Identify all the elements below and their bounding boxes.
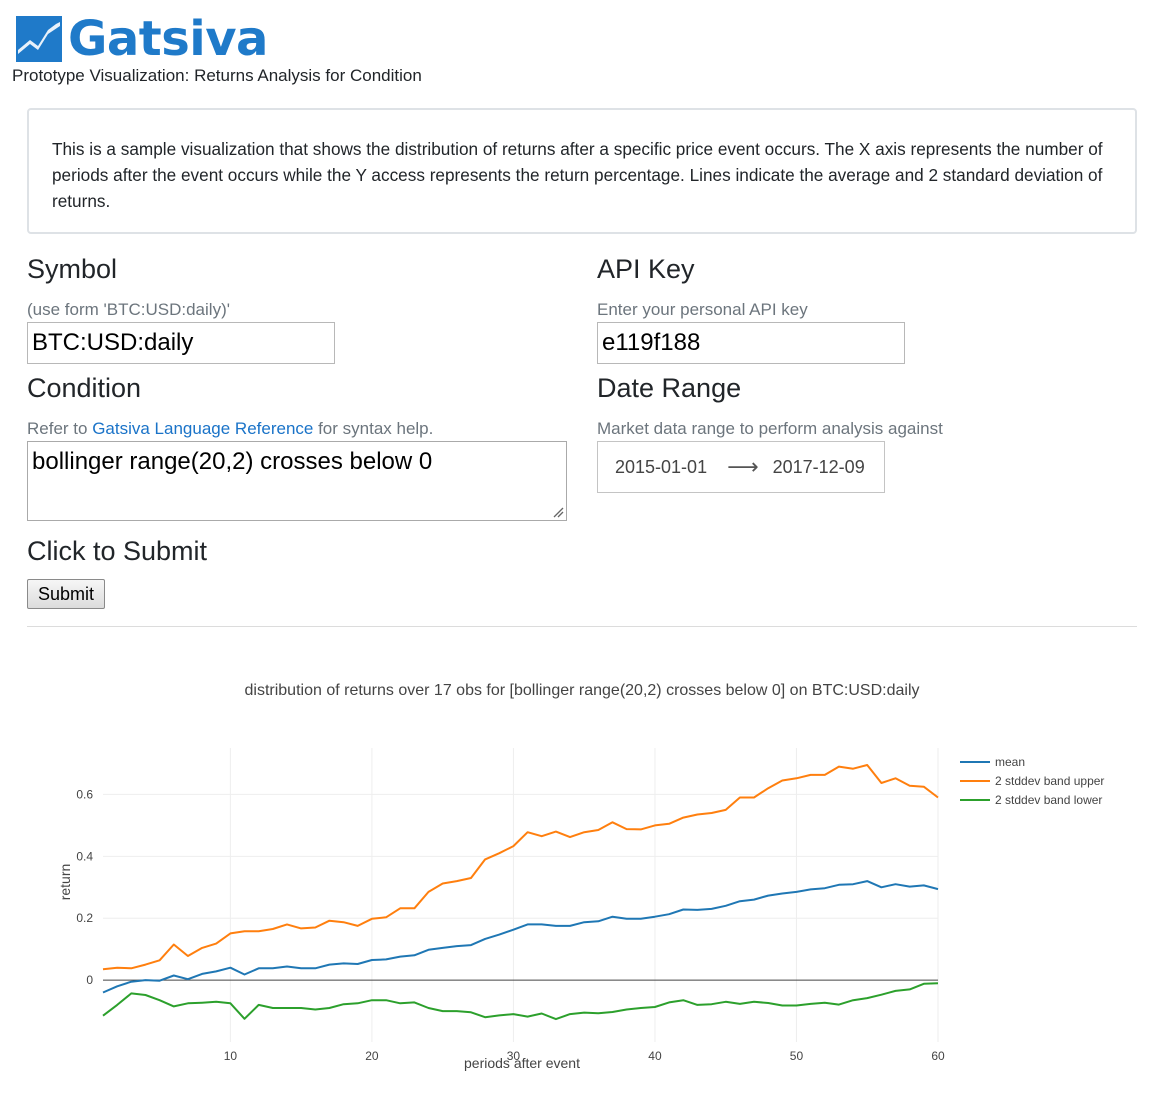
- series-line: [102, 764, 939, 971]
- legend-label[interactable]: mean: [995, 755, 1025, 769]
- date-end[interactable]: 2017-12-09: [773, 457, 865, 478]
- brand-logo: Gatsiva: [16, 12, 268, 66]
- x-tick-label: 10: [224, 1049, 238, 1063]
- api-key-hint: Enter your personal API key: [597, 300, 808, 319]
- y-axis-label: return: [57, 864, 73, 901]
- legend-label[interactable]: 2 stddev band upper: [995, 774, 1104, 788]
- date-range-hint: Market data range to perform analysis ag…: [597, 419, 943, 438]
- symbol-input[interactable]: BTC:USD:daily: [27, 322, 335, 364]
- legend-label[interactable]: 2 stddev band lower: [995, 793, 1102, 807]
- condition-textarea[interactable]: bollinger range(20,2) crosses below 0: [27, 441, 567, 521]
- condition-hint: Refer to Gatsiva Language Reference for …: [27, 419, 433, 439]
- symbol-hint: (use form 'BTC:USD:daily)': [27, 300, 230, 319]
- y-tick-label: 0: [86, 973, 93, 987]
- date-start[interactable]: 2015-01-01: [615, 457, 707, 478]
- x-tick-label: 40: [648, 1049, 662, 1063]
- symbol-heading: Symbol: [27, 254, 118, 284]
- submit-heading: Click to Submit: [27, 536, 208, 566]
- submit-button[interactable]: Submit: [27, 579, 105, 609]
- condition-hint-prefix: Refer to: [27, 419, 93, 438]
- description-panel: This is a sample visualization that show…: [27, 108, 1137, 234]
- condition-hint-suffix: for syntax help.: [313, 419, 434, 438]
- series-line: [102, 982, 939, 1021]
- y-tick-label: 0.6: [76, 787, 93, 801]
- y-tick-label: 0.2: [76, 911, 93, 925]
- brand-name: Gatsiva: [68, 11, 268, 67]
- y-tick-label: 0.4: [76, 849, 93, 863]
- api-key-input-value: e119f188: [602, 329, 701, 356]
- x-tick-label: 50: [790, 1049, 804, 1063]
- date-range-picker[interactable]: 2015-01-01 ⟶ 2017-12-09: [597, 441, 885, 493]
- divider: [27, 626, 1137, 627]
- api-key-heading: API Key: [597, 254, 695, 284]
- arrow-right-icon: ⟶: [727, 454, 759, 479]
- condition-textarea-value: bollinger range(20,2) crosses below 0: [32, 448, 433, 475]
- symbol-input-value: BTC:USD:daily: [32, 329, 194, 356]
- date-range-heading: Date Range: [597, 373, 742, 403]
- x-tick-label: 60: [931, 1049, 945, 1063]
- chart-title: distribution of returns over 17 obs for …: [245, 682, 920, 699]
- page-subtitle: Prototype Visualization: Returns Analysi…: [12, 66, 422, 85]
- resize-handle-icon[interactable]: [552, 506, 564, 518]
- returns-chart: 10 20 30 40 50 6000.20.40.6 mean2 stddev band…: [57, 682, 1104, 1071]
- description-text: This is a sample visualization that show…: [52, 139, 1103, 211]
- language-reference-link[interactable]: Gatsiva Language Reference: [92, 419, 313, 438]
- chart-logo-icon: [16, 16, 62, 62]
- api-key-input[interactable]: e119f188: [597, 322, 905, 364]
- condition-heading: Condition: [27, 373, 142, 403]
- series-line: [102, 880, 939, 994]
- x-axis-label: periods after event: [464, 1055, 580, 1071]
- x-tick-label: 20: [365, 1049, 379, 1063]
